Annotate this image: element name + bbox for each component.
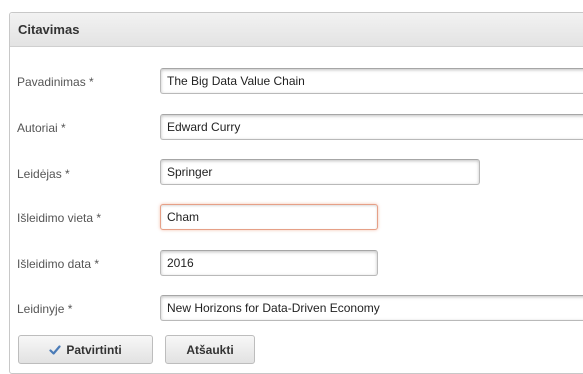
published-in-input[interactable]: New Horizons for Data-Driven Economy (160, 295, 583, 321)
cancel-button[interactable]: Atšaukti (165, 335, 255, 364)
publisher-input[interactable]: Springer (160, 159, 480, 185)
confirm-button-label: Patvirtinti (66, 342, 122, 357)
title-label: Pavadinimas * (17, 75, 94, 89)
cancel-button-label: Atšaukti (186, 342, 234, 357)
title-input[interactable]: The Big Data Value Chain (160, 68, 583, 94)
published-in-label: Leidinyje * (17, 302, 73, 316)
authors-input[interactable]: Edward Curry (160, 114, 583, 140)
publisher-label: Leidėjas * (17, 167, 70, 181)
publication-date-label: Išleidimo data * (17, 257, 100, 271)
check-icon (49, 344, 61, 355)
publication-place-label: Išleidimo vieta * (17, 211, 102, 225)
panel-header: Citavimas (10, 13, 583, 47)
confirm-button[interactable]: Patvirtinti (18, 335, 153, 364)
panel-title: Citavimas (18, 22, 80, 37)
publication-date-input[interactable]: 2016 (160, 250, 378, 276)
publication-place-input[interactable]: Cham (160, 204, 378, 230)
authors-label: Autoriai * (17, 121, 66, 135)
